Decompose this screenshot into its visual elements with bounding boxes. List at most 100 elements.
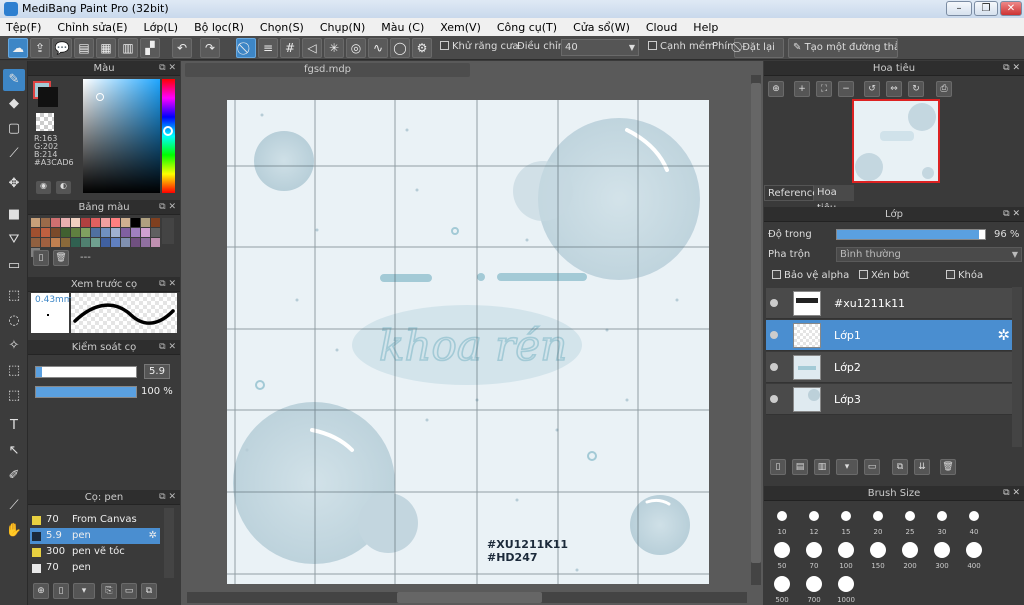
close-button[interactable]: ✕ (1000, 1, 1022, 16)
duplicate-layer-icon[interactable]: ⧉ (892, 459, 908, 475)
brush-size-option[interactable] (809, 511, 819, 521)
bucket-tool-icon[interactable]: ⛛ (3, 229, 25, 251)
brush-size-slider[interactable] (35, 366, 137, 378)
brush-item-selected[interactable]: 5.9 pen ✲ (30, 528, 160, 544)
reset-button[interactable]: ⃠ Đặt lại (734, 38, 784, 58)
brush-size-option[interactable] (966, 542, 982, 558)
palette-swatch[interactable] (31, 218, 40, 227)
soft-edge-checkbox[interactable]: Cạnh mềm (648, 41, 715, 52)
background-color-swatch[interactable] (38, 87, 58, 107)
tab-navigator[interactable]: Hoa tiêu (814, 185, 854, 214)
palette-swatch[interactable] (151, 228, 160, 237)
brush-item[interactable]: 300 pen vẽ tóc (30, 544, 160, 560)
canvas-paper[interactable]: khoa rén #XU1211K11 #HD247 (227, 100, 709, 584)
palette-swatch[interactable] (81, 218, 90, 227)
eye-icon[interactable] (770, 331, 778, 339)
palette-swatch[interactable] (61, 238, 70, 247)
delete-palette-icon[interactable]: 🗑 (53, 250, 69, 266)
menu-select[interactable]: Chọn(S) (260, 21, 304, 34)
brush-item[interactable]: 70 pen (30, 560, 160, 576)
panel-close-icon[interactable]: ⧉ ✕ (1003, 207, 1020, 222)
text-tool-icon[interactable]: T (3, 415, 25, 437)
menu-help[interactable]: Help (693, 21, 718, 34)
panel-close-icon[interactable]: ⧉ ✕ (159, 490, 176, 505)
palette-swatch[interactable] (121, 238, 130, 247)
palette-swatch[interactable] (91, 228, 100, 237)
palette-swatch[interactable] (41, 218, 50, 227)
brush-size-option[interactable] (838, 542, 854, 558)
fill-rect-tool-icon[interactable]: ■ (3, 204, 25, 226)
layer-menu-icon[interactable]: ▾ (836, 459, 858, 475)
speech-bubble-icon[interactable]: 💬 (52, 38, 72, 58)
panel-close-icon[interactable]: ⧉ ✕ (159, 200, 176, 215)
document-tab[interactable]: fgsd.mdp (185, 63, 470, 77)
radial-snap-icon[interactable]: ✳ (324, 38, 344, 58)
reset-view-icon[interactable]: ⎙ (936, 81, 952, 97)
move-tool-icon[interactable]: ✥ (3, 173, 25, 195)
palette-swatch[interactable] (61, 228, 70, 237)
vertical-scroll-thumb[interactable] (751, 83, 761, 563)
eye-icon[interactable] (770, 363, 778, 371)
tab-reference[interactable]: Reference (764, 185, 818, 201)
panel-close-icon[interactable]: ⧉ ✕ (159, 340, 176, 355)
brush-size-option[interactable] (841, 511, 851, 521)
layer-opacity-slider[interactable] (836, 229, 986, 240)
new-brush-icon[interactable]: ▯ (53, 583, 69, 599)
menu-view[interactable]: Xem(V) (440, 21, 481, 34)
eraser-tool-icon[interactable]: ◆ (3, 93, 25, 115)
menu-window[interactable]: Cửa sổ(W) (573, 21, 630, 34)
palette-swatch[interactable] (71, 238, 80, 247)
palette-swatch[interactable] (121, 228, 130, 237)
palette-swatch[interactable] (101, 238, 110, 247)
palette-swatch[interactable] (141, 228, 150, 237)
new-layer-icon[interactable]: ▯ (770, 459, 786, 475)
layer-row[interactable]: #xu1211k11 (766, 288, 1012, 319)
brush-size-option[interactable] (937, 511, 947, 521)
palette-swatch[interactable] (121, 218, 130, 227)
blend-mode-select[interactable]: Bình thường ▼ (836, 247, 1022, 262)
menu-file[interactable]: Tệp(F) (6, 21, 41, 34)
palette-swatch[interactable] (91, 218, 100, 227)
adjust-select[interactable]: 40 ▼ (561, 39, 639, 56)
navigator-thumbnail[interactable] (852, 99, 940, 183)
new-palette-icon[interactable]: ▯ (33, 250, 49, 266)
copy-brush-icon[interactable]: ⎘ (101, 583, 117, 599)
brush-size-option[interactable] (873, 511, 883, 521)
brush-opacity-slider[interactable] (35, 386, 137, 398)
brush-size-option[interactable] (774, 542, 790, 558)
palette-swatch[interactable] (141, 238, 150, 247)
layer-row[interactable]: Lớp3 (766, 384, 1012, 415)
palette-swatch[interactable] (111, 228, 120, 237)
zoom-out-icon[interactable]: − (838, 81, 854, 97)
menu-cloud[interactable]: Cloud (646, 21, 677, 34)
eye-icon[interactable] (770, 395, 778, 403)
lasso-tool-icon[interactable]: ◌ (3, 310, 25, 332)
no-snap-icon[interactable]: ⃠ (236, 38, 256, 58)
grid-snap-icon[interactable]: # (280, 38, 300, 58)
hue-slider[interactable] (162, 79, 175, 193)
color-slider-icon[interactable]: ◐ (56, 181, 71, 194)
brush-size-option[interactable] (934, 542, 950, 558)
frame-icon[interactable]: ▤ (74, 38, 94, 58)
layer-row-selected[interactable]: Lớp1 ✲ (766, 320, 1012, 351)
palette-swatch[interactable] (141, 218, 150, 227)
rectangle-tool-icon[interactable]: ▢ (3, 118, 25, 140)
menu-layer[interactable]: Lớp(L) (144, 21, 179, 34)
antialias-checkbox[interactable]: Khử răng cưa (440, 41, 518, 52)
new-halftone-layer-icon[interactable]: ▤ (792, 459, 808, 475)
new-8bit-layer-icon[interactable]: ▥ (814, 459, 830, 475)
merge-layer-icon[interactable]: ⇊ (914, 459, 930, 475)
panel-close-icon[interactable]: ⧉ ✕ (1003, 61, 1020, 76)
canvas-area[interactable]: fgsd.mdp khoa rén #XU1211K11 #HD247 (181, 61, 763, 605)
add-brush-icon[interactable]: ⊕ (33, 583, 49, 599)
brush-size-option[interactable] (902, 542, 918, 558)
menu-edit[interactable]: Chỉnh sửa(E) (57, 21, 127, 34)
transparent-color-swatch[interactable] (36, 113, 54, 131)
panel-icon[interactable]: ▦ (96, 38, 116, 58)
export-icon[interactable]: ⇪ (30, 38, 50, 58)
zoom-in-icon[interactable]: + (794, 81, 810, 97)
panel-close-icon[interactable]: ⧉ ✕ (1003, 486, 1020, 501)
brush-menu-icon[interactable]: ▾ (73, 583, 95, 599)
brush-size-option[interactable] (838, 576, 854, 592)
panel-close-icon[interactable]: ⧉ ✕ (159, 277, 176, 292)
